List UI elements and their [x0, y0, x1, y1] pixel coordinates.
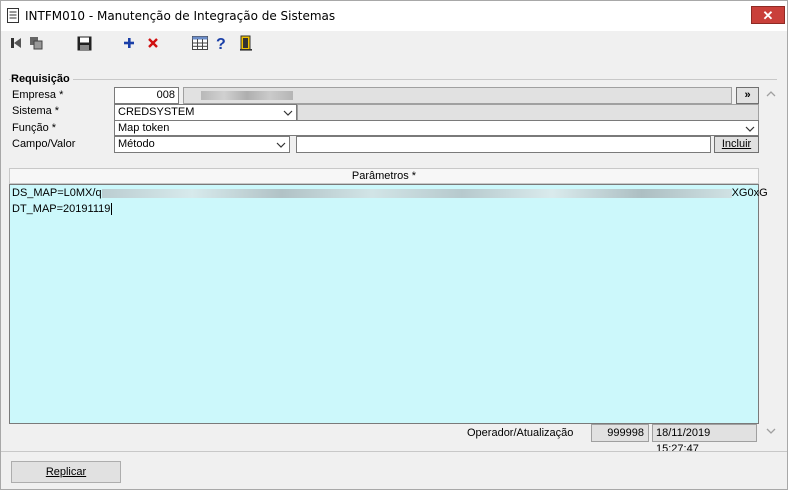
chevron-down-icon: [745, 126, 755, 132]
funcao-label: Função *: [12, 122, 57, 134]
campo-value: Método: [118, 138, 155, 150]
sistema-label: Sistema *: [12, 105, 60, 117]
funcao-select[interactable]: Map token: [114, 120, 759, 136]
help-icon[interactable]: ?: [212, 34, 230, 52]
sistema-select[interactable]: CREDSYSTEM: [114, 104, 297, 121]
footer-divider: [1, 451, 787, 452]
window-title: INTFM010 - Manutenção de Integração de S…: [25, 9, 336, 23]
sistema-description-field: [297, 104, 759, 121]
requisicao-group-title: Requisição: [11, 73, 73, 85]
first-record-icon[interactable]: [7, 34, 25, 52]
title-bar: INTFM010 - Manutenção de Integração de S…: [1, 1, 787, 31]
campo-valor-label: Campo/Valor: [12, 138, 76, 150]
document-icon: [7, 8, 19, 23]
delete-icon[interactable]: [144, 34, 162, 52]
valor-input[interactable]: [296, 136, 711, 153]
campo-select[interactable]: Método: [114, 136, 290, 153]
exit-icon[interactable]: [237, 34, 255, 52]
parametros-line: DT_MAP=20191119: [12, 203, 113, 216]
empresa-label: Empresa *: [12, 89, 64, 101]
save-icon[interactable]: [75, 34, 93, 52]
replicar-button[interactable]: Replicar: [11, 461, 121, 483]
redacted-token: [101, 188, 732, 198]
parametros-line: DS_MAP=L0MX/q XG0xG: [12, 187, 768, 199]
empresa-code-field[interactable]: 008: [114, 87, 179, 104]
sistema-value: CREDSYSTEM: [118, 106, 195, 118]
grid-icon[interactable]: [191, 34, 209, 52]
chevron-down-icon: [276, 142, 286, 148]
copy-icon[interactable]: [27, 34, 45, 52]
group-divider: [9, 79, 777, 80]
text-caret: [111, 203, 113, 216]
redacted-company-name: [201, 90, 293, 100]
empresa-name-field: [183, 87, 732, 104]
parametros-textarea[interactable]: DS_MAP=L0MX/q XG0xG DT_MAP=20191119: [9, 184, 768, 424]
main-window: INTFM010 - Manutenção de Integração de S…: [0, 0, 788, 490]
parametros-header: Parâmetros *: [9, 168, 759, 184]
close-button[interactable]: ✕: [751, 6, 785, 24]
operador-label: Operador/Atualização: [467, 427, 574, 439]
atualizacao-field: 18/11/2019 15:27:47: [652, 424, 757, 455]
toolbar: ?: [1, 32, 787, 54]
operador-field: 999998: [591, 424, 649, 442]
empresa-lookup-button[interactable]: »: [736, 87, 759, 104]
chevron-down-icon: [283, 110, 293, 116]
incluir-button[interactable]: Incluir: [714, 136, 759, 153]
funcao-value: Map token: [118, 122, 170, 134]
svg-text:?: ?: [216, 36, 226, 51]
vertical-scrollbar[interactable]: [763, 89, 779, 439]
add-icon[interactable]: [120, 34, 138, 52]
